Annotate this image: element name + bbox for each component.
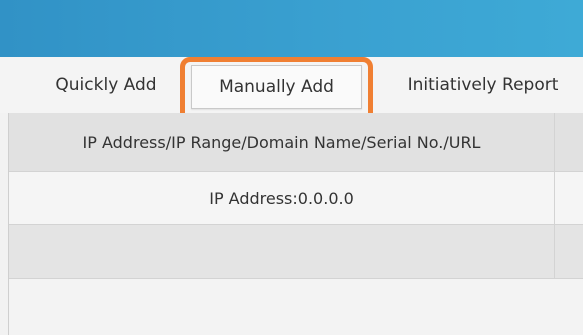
device-table: IP Address/IP Range/Domain Name/Serial N… <box>8 113 583 335</box>
table-cell-extra[interactable] <box>555 225 583 278</box>
tab-quickly-add[interactable]: Quickly Add <box>26 57 186 113</box>
table-header: IP Address/IP Range/Domain Name/Serial N… <box>9 113 583 172</box>
tab-initiatively-report[interactable]: Initiatively Report <box>378 57 583 113</box>
title-bar <box>0 0 583 57</box>
table-row[interactable] <box>9 225 583 279</box>
column-header-address[interactable]: IP Address/IP Range/Domain Name/Serial N… <box>9 113 555 171</box>
table-cell-address[interactable]: IP Address:0.0.0.0 <box>9 172 555 224</box>
table-cell-extra[interactable] <box>555 172 583 224</box>
tab-bar: Quickly Add Manually Add Initiatively Re… <box>0 57 583 113</box>
column-header-extra[interactable] <box>555 113 583 171</box>
table-cell-address[interactable] <box>9 225 555 278</box>
tab-manually-add[interactable]: Manually Add <box>191 65 362 109</box>
table-row[interactable]: IP Address:0.0.0.0 <box>9 172 583 225</box>
add-device-window: Quickly Add Manually Add Initiatively Re… <box>0 0 583 335</box>
